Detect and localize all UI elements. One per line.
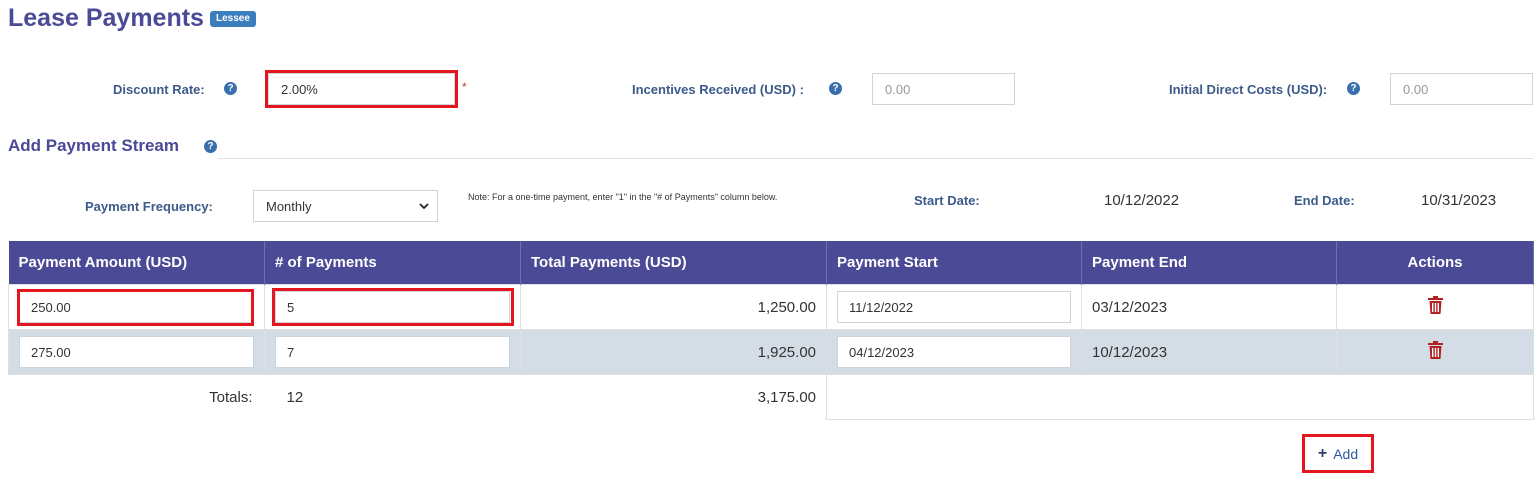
table-row: 275.00 7 1,925.00 04/12/2023 10/12/2023	[8, 329, 1534, 375]
highlight-box	[265, 70, 458, 108]
help-icon[interactable]: ?	[829, 82, 842, 95]
col-payment-amount: Payment Amount (USD)	[8, 241, 265, 285]
initial-direct-costs-label: Initial Direct Costs (USD):	[1169, 82, 1328, 97]
help-icon[interactable]: ?	[204, 140, 217, 153]
total-payments-cell: 1,250.00	[520, 284, 827, 330]
incentives-label: Incentives Received (USD) :	[632, 82, 804, 97]
table-header-row: Payment Amount (USD) # of Payments Total…	[8, 241, 1534, 285]
required-marker: *	[462, 80, 467, 94]
role-badge: Lessee	[210, 11, 256, 27]
payment-stream-title: Add Payment Stream	[8, 136, 179, 155]
help-icon[interactable]: ?	[1347, 82, 1360, 95]
end-date-label: End Date:	[1294, 193, 1355, 208]
totals-row: Totals: 12 3,175.00	[8, 374, 1534, 420]
chevron-down-icon	[419, 202, 429, 209]
start-date-label: Start Date:	[914, 193, 980, 208]
highlight-box	[1302, 434, 1374, 473]
discount-rate-label: Discount Rate:	[113, 82, 205, 97]
payment-start-input[interactable]: 04/12/2023	[837, 336, 1071, 368]
highlight-box	[272, 288, 514, 326]
payment-frequency-value: Monthly	[266, 198, 312, 214]
help-icon[interactable]: ?	[224, 82, 237, 95]
start-date-value: 10/12/2022	[1104, 192, 1180, 209]
totals-label: Totals:	[8, 374, 265, 420]
payment-frequency-label: Payment Frequency:	[85, 199, 213, 214]
payment-end-cell: 10/12/2023	[1081, 329, 1337, 375]
payments-table: Payment Amount (USD) # of Payments Total…	[8, 241, 1534, 420]
col-payment-end: Payment End	[1081, 241, 1337, 285]
col-actions: Actions	[1336, 241, 1534, 285]
payment-note: Note: For a one-time payment, enter "1" …	[468, 192, 778, 202]
highlight-box	[17, 289, 254, 326]
page-title: Lease Payments	[8, 4, 204, 32]
number-of-payments-input[interactable]: 7	[275, 336, 510, 368]
payment-frequency-select[interactable]: Monthly	[253, 190, 438, 222]
payment-end-cell: 03/12/2023	[1081, 284, 1337, 330]
totals-count: 12	[264, 374, 521, 420]
total-payments-cell: 1,925.00	[520, 329, 827, 375]
payment-amount-input[interactable]: 275.00	[19, 336, 254, 368]
section-divider	[218, 158, 1533, 159]
incentives-input[interactable]: 0.00	[872, 73, 1015, 105]
trash-icon[interactable]	[1427, 296, 1443, 314]
trash-icon[interactable]	[1427, 341, 1443, 359]
col-total-payments: Total Payments (USD)	[520, 241, 827, 285]
payment-start-input[interactable]: 11/12/2022	[837, 291, 1071, 323]
totals-amount: 3,175.00	[520, 374, 827, 420]
end-date-value: 10/31/2023	[1421, 192, 1497, 209]
initial-direct-costs-input[interactable]: 0.00	[1390, 73, 1533, 105]
col-payment-start: Payment Start	[826, 241, 1082, 285]
col-number-of-payments: # of Payments	[264, 241, 521, 285]
